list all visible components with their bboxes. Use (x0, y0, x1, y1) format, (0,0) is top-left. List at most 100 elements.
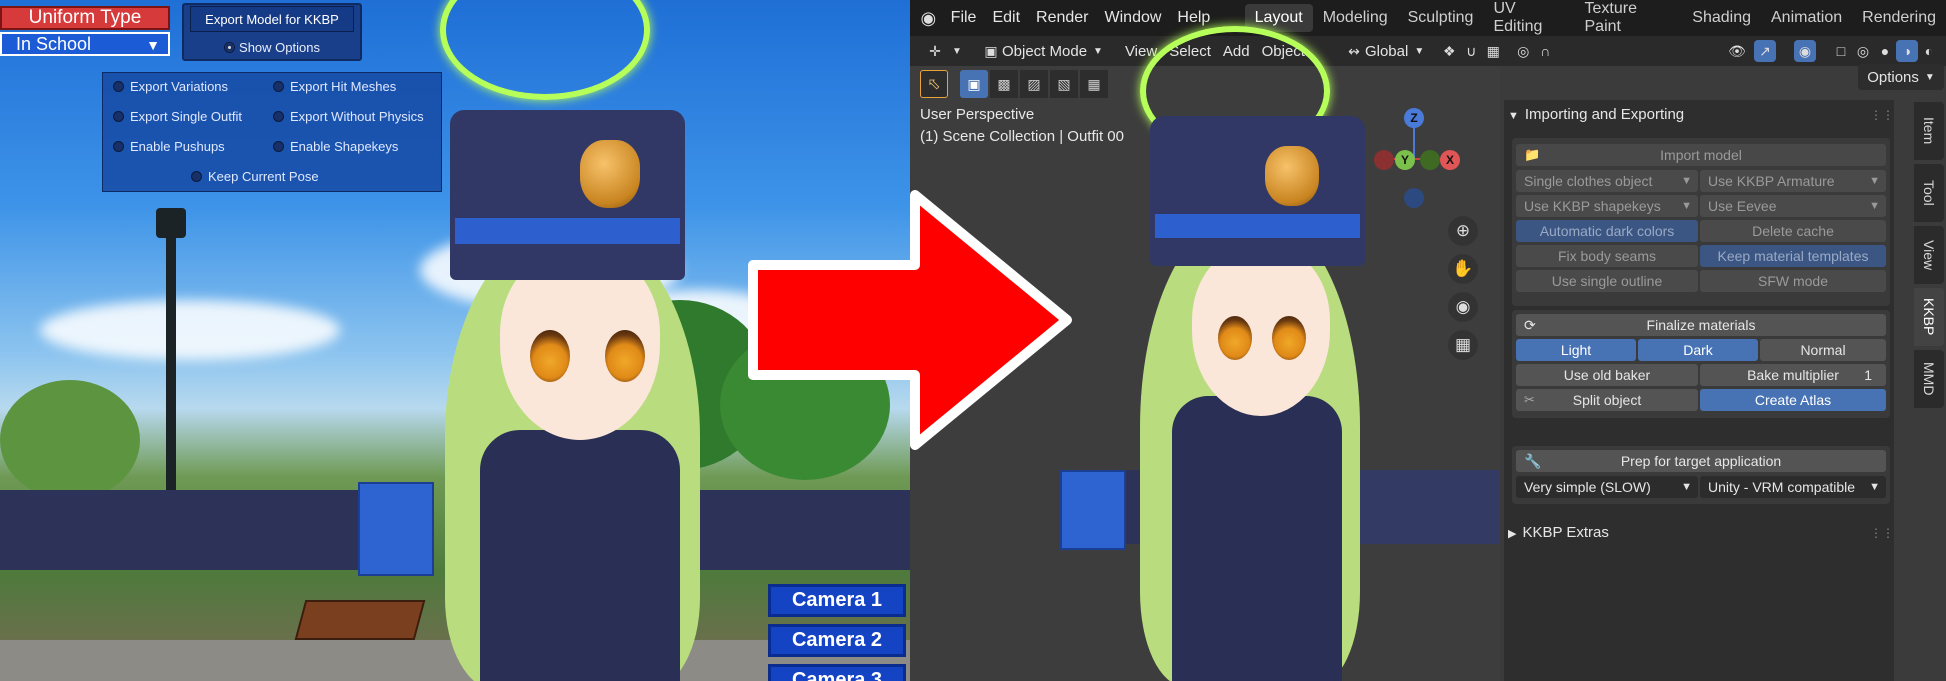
overlay-toggle-icon[interactable]: ◉ (1794, 40, 1816, 62)
tab-kkbp[interactable]: KKBP (1914, 288, 1944, 346)
show-options-toggle[interactable]: Show Options (190, 37, 354, 57)
select-extend-icon[interactable]: ▩ (990, 70, 1018, 98)
object-mode-dropdown[interactable]: ▣ Object Mode ▼ (974, 39, 1109, 63)
importing-exporting-header[interactable]: ▼ Importing and Exporting (1508, 106, 1684, 123)
finalize-materials-button[interactable]: ⟳ Finalize materials (1516, 314, 1886, 336)
use-old-baker-toggle[interactable]: Use old baker (1516, 364, 1698, 386)
cap-badge (1265, 146, 1319, 206)
import-model-button[interactable]: 📁 Import model (1516, 144, 1886, 166)
prep-label: Prep for target application (1620, 453, 1782, 469)
falloff-icon[interactable]: ∩ (1534, 40, 1556, 62)
single-clothes-dropdown[interactable]: Single clothes object ▼ (1516, 170, 1698, 192)
snap-icon[interactable]: ∪ (1460, 40, 1482, 62)
workspace-tab-shading[interactable]: Shading (1682, 9, 1761, 27)
split-icon: ✂ (1524, 392, 1535, 407)
proportional-edit-icon[interactable]: ◎ (1512, 40, 1534, 62)
option-enable-pushups[interactable]: Enable Pushups (113, 139, 225, 154)
keep-material-templates-toggle[interactable]: Keep material templates (1700, 245, 1886, 267)
visibility-icon[interactable]: 👁 (1726, 40, 1748, 62)
tab-tool[interactable]: Tool (1914, 164, 1944, 222)
prep-target-button[interactable]: 🔧 Prep for target application (1516, 450, 1886, 472)
camera-view-icon[interactable]: ◉ (1448, 292, 1478, 322)
drag-handle-icon[interactable]: ⋮⋮ (1870, 108, 1894, 122)
select-invert-icon[interactable]: ▧ (1050, 70, 1078, 98)
rendered-shading-icon[interactable]: ◐ (1918, 40, 1940, 62)
option-keep-current-pose[interactable]: Keep Current Pose (191, 169, 319, 184)
select-new-icon[interactable]: ▣ (960, 70, 988, 98)
select-subtract-icon[interactable]: ▨ (1020, 70, 1048, 98)
halo (440, 0, 650, 100)
option-export-without-physics[interactable]: Export Without Physics (273, 109, 424, 124)
dark-bake-toggle[interactable]: Dark (1638, 339, 1758, 361)
fix-body-seams-toggle[interactable]: Fix body seams (1516, 245, 1698, 267)
menu-window[interactable]: Window (1097, 9, 1170, 27)
pivot-icon[interactable]: ❖ (1438, 40, 1460, 62)
uniform-type-dropdown[interactable]: In School ▼ (0, 32, 170, 56)
cap-band (455, 218, 680, 244)
perspective-grid-icon[interactable]: ▦ (1448, 330, 1478, 360)
tab-view[interactable]: View (1914, 226, 1944, 284)
normal-bake-toggle[interactable]: Normal (1760, 339, 1886, 361)
tab-item[interactable]: Item (1914, 102, 1944, 160)
gizmo-neg-x-button[interactable] (1374, 150, 1394, 170)
solid-shading-icon[interactable]: ● (1874, 40, 1896, 62)
gizmo-x-button[interactable]: X (1440, 150, 1460, 170)
prep-speed-dropdown[interactable]: Very simple (SLOW) ▼ (1516, 476, 1698, 498)
workspace-tab-modeling[interactable]: Modeling (1313, 9, 1398, 27)
camera-3-button[interactable]: Camera 3 (768, 664, 906, 681)
option-export-variations[interactable]: Export Variations (113, 79, 228, 94)
option-export-hit-meshes[interactable]: Export Hit Meshes (273, 79, 396, 94)
option-export-single-outfit[interactable]: Export Single Outfit (113, 109, 242, 124)
select-tool-icon[interactable]: ⬁ (920, 70, 948, 98)
armature-dropdown[interactable]: Use KKBP Armature ▼ (1700, 170, 1886, 192)
workspace-tab-animation[interactable]: Animation (1761, 9, 1852, 27)
pan-hand-icon[interactable]: ✋ (1448, 254, 1478, 284)
menu-help[interactable]: Help (1169, 9, 1218, 27)
drag-handle-icon[interactable]: ⋮⋮ (1870, 526, 1894, 540)
gizmo-z-button[interactable]: Z (1404, 108, 1424, 128)
snap-target-icon[interactable]: ▦ (1482, 40, 1504, 62)
menu-edit[interactable]: Edit (984, 9, 1028, 27)
bake-multiplier-field[interactable]: Bake multiplier 1 (1700, 364, 1886, 386)
transform-orientation-dropdown[interactable]: ↭ Global ▼ (1337, 39, 1430, 63)
prep-target-dropdown[interactable]: Unity - VRM compatible ▼ (1700, 476, 1886, 498)
blender-logo-icon[interactable]: ◉ (918, 7, 939, 29)
refresh-icon: ⟳ (1524, 316, 1536, 333)
light-bake-toggle[interactable]: Light (1516, 339, 1636, 361)
menu-file[interactable]: File (943, 9, 985, 27)
gizmo-neg-y-button[interactable] (1420, 150, 1440, 170)
workspace-tab-uv-editing[interactable]: UV Editing (1483, 0, 1574, 36)
editor-type-icon[interactable]: ✛ (924, 40, 946, 62)
kkbp-extras-header[interactable]: ▶ KKBP Extras (1508, 524, 1609, 541)
import-model-label: Import model (1660, 147, 1742, 163)
select-intersect-icon[interactable]: ▦ (1080, 70, 1108, 98)
workspace-tab-sculpting[interactable]: Sculpting (1398, 9, 1484, 27)
gizmo-toggle-icon[interactable]: ↗ (1754, 40, 1776, 62)
export-model-kkbp-button[interactable]: Export Model for KKBP (190, 6, 354, 32)
delete-cache-toggle[interactable]: Delete cache (1700, 220, 1886, 242)
menu-render[interactable]: Render (1028, 9, 1096, 27)
automatic-dark-colors-toggle[interactable]: Automatic dark colors (1516, 220, 1698, 242)
chevron-down-icon[interactable]: ▼ (946, 40, 968, 62)
options-dropdown[interactable]: Options ▼ (1858, 64, 1944, 90)
split-object-button[interactable]: ✂ Split object (1516, 389, 1698, 411)
shapekeys-dropdown[interactable]: Use KKBP shapekeys ▼ (1516, 195, 1698, 217)
gizmo-neg-z-button[interactable] (1404, 188, 1424, 208)
workspace-tab-texture-paint[interactable]: Texture Paint (1575, 0, 1683, 36)
xray-toggle-icon[interactable]: □ (1830, 40, 1852, 62)
create-atlas-button[interactable]: Create Atlas (1700, 389, 1886, 411)
sfw-mode-toggle[interactable]: SFW mode (1700, 270, 1886, 292)
workspace-tab-rendering[interactable]: Rendering (1852, 9, 1946, 27)
eevee-dropdown[interactable]: Use Eevee ▼ (1700, 195, 1886, 217)
material-shading-icon[interactable]: ◑ (1896, 40, 1918, 62)
camera-1-button[interactable]: Camera 1 (768, 584, 906, 617)
camera-2-button[interactable]: Camera 2 (768, 624, 906, 657)
tab-mmd[interactable]: MMD (1914, 350, 1944, 408)
zoom-icon[interactable]: ⊕ (1448, 216, 1478, 246)
gizmo-y-button[interactable]: Y (1395, 150, 1415, 170)
cap-band (1155, 214, 1360, 238)
single-outline-toggle[interactable]: Use single outline (1516, 270, 1698, 292)
wireframe-shading-icon[interactable]: ◎ (1852, 40, 1874, 62)
chevron-down-icon: ▼ (1414, 45, 1425, 57)
option-enable-shapekeys[interactable]: Enable Shapekeys (273, 139, 398, 154)
